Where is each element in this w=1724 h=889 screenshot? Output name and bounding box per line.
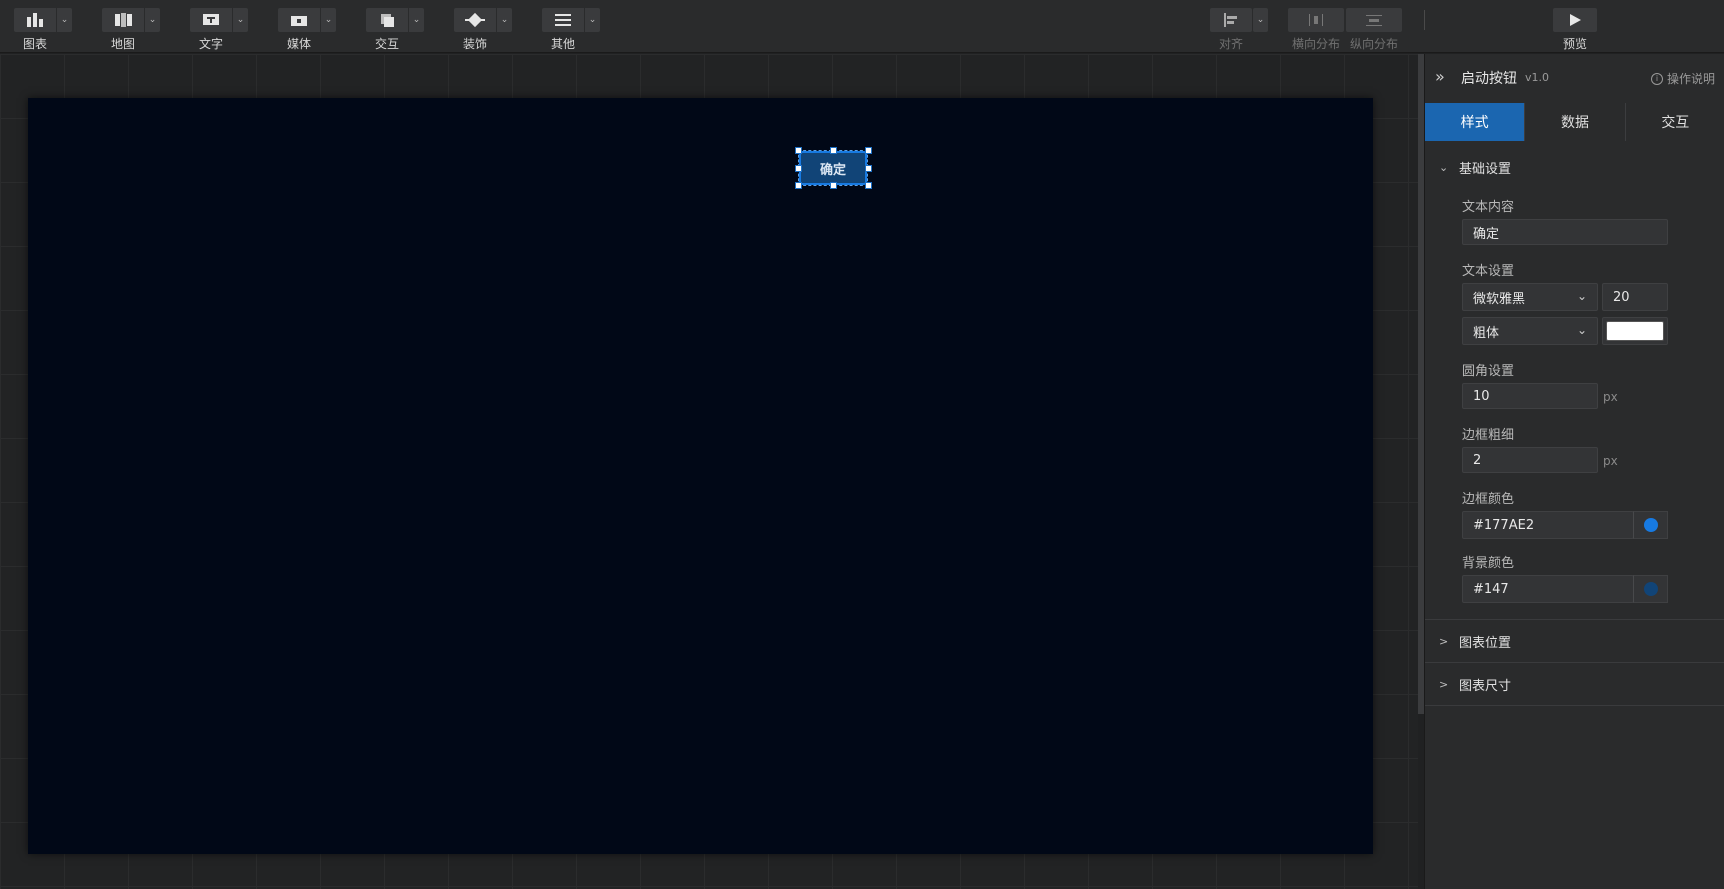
tab-interaction[interactable]: 交互 bbox=[1625, 103, 1724, 141]
text-icon[interactable] bbox=[190, 8, 232, 32]
section-chart-position[interactable]: > 图表位置 bbox=[1425, 620, 1724, 662]
decoration-icon[interactable] bbox=[454, 8, 496, 32]
tool-map[interactable]: ⌄ 地图 bbox=[102, 8, 160, 52]
tool-label: 交互 bbox=[374, 37, 399, 51]
font-color-picker[interactable] bbox=[1602, 317, 1668, 345]
border-color-dot bbox=[1644, 518, 1658, 532]
interaction-icon[interactable] bbox=[366, 8, 408, 32]
font-family-value: 微软雅黑 bbox=[1473, 291, 1526, 307]
help-text[interactable]: 操作说明 bbox=[1667, 70, 1715, 87]
border-color-picker[interactable] bbox=[1633, 511, 1668, 539]
resize-handle-w[interactable] bbox=[795, 165, 802, 172]
section-title: 基础设置 bbox=[1459, 161, 1512, 177]
properties-panel: » 启动按钮 v1.0 i 操作说明 样式 数据 交互 ⌄ 基础设置 文本内容 … bbox=[1424, 54, 1724, 889]
media-icon[interactable] bbox=[278, 8, 320, 32]
text-content-input[interactable]: 确定 bbox=[1462, 219, 1668, 245]
tool-other[interactable]: ⌄ 其他 bbox=[542, 8, 600, 52]
resize-handle-e[interactable] bbox=[865, 165, 872, 172]
canvas-workspace[interactable]: 确定 bbox=[0, 54, 1418, 889]
tool-decoration[interactable]: ⌄ 装饰 bbox=[454, 8, 512, 52]
align-left-icon[interactable] bbox=[1210, 8, 1252, 32]
tool-text[interactable]: ⌄ 文字 bbox=[190, 8, 248, 52]
resize-handle-nw[interactable] bbox=[795, 147, 802, 154]
tool-media[interactable]: ⌄ 媒体 bbox=[278, 8, 336, 52]
border-color-label: 边框颜色 bbox=[1462, 492, 1515, 507]
tool-label: 图表 bbox=[22, 37, 47, 51]
double-chevron-right-icon[interactable]: » bbox=[1435, 67, 1445, 86]
tool-chart[interactable]: ⌄ 图表 bbox=[14, 8, 72, 52]
help-link[interactable]: i 操作说明 bbox=[1650, 70, 1715, 87]
text-content-label: 文本内容 bbox=[1462, 200, 1515, 215]
tab-style[interactable]: 样式 bbox=[1425, 103, 1526, 141]
chevron-down-icon[interactable]: ⌄ bbox=[57, 8, 72, 32]
chevron-down-icon: ⌄ bbox=[1439, 160, 1449, 174]
tool-label: 地图 bbox=[110, 37, 135, 51]
section-title: 图表尺寸 bbox=[1459, 678, 1512, 694]
font-weight-value: 粗体 bbox=[1473, 325, 1500, 341]
font-weight-select[interactable]: 粗体 ⌄ bbox=[1462, 317, 1598, 345]
section-divider bbox=[1425, 705, 1724, 706]
resize-handle-n[interactable] bbox=[830, 147, 837, 154]
border-color-input[interactable]: #177AE2 bbox=[1462, 511, 1634, 539]
resize-handle-sw[interactable] bbox=[795, 182, 802, 189]
border-width-unit: px bbox=[1603, 454, 1618, 468]
radius-label: 圆角设置 bbox=[1462, 364, 1515, 379]
top-toolbar: ⌄ 图表 ⌄ 地图 ⌄ 文字 ⌄ 媒体 ⌄ 交互 ⌄ 装饰 ⌄ 其他 ⌄ 对齐 … bbox=[0, 0, 1724, 53]
map-icon[interactable] bbox=[102, 8, 144, 32]
chevron-down-icon[interactable]: ⌄ bbox=[585, 8, 600, 32]
play-icon[interactable] bbox=[1553, 8, 1597, 32]
section-title: 图表位置 bbox=[1459, 635, 1512, 651]
info-icon: i bbox=[1650, 72, 1663, 85]
bg-color-input[interactable]: #147 bbox=[1462, 575, 1634, 603]
distribute-horizontal-icon[interactable] bbox=[1288, 8, 1344, 32]
font-size-input[interactable]: 20 bbox=[1602, 283, 1668, 311]
design-stage[interactable]: 确定 bbox=[28, 98, 1373, 854]
h-distribute-label: 横向分布 bbox=[1291, 37, 1340, 51]
chevron-down-icon[interactable]: ⌄ bbox=[233, 8, 248, 32]
tool-label: 文字 bbox=[198, 37, 223, 51]
component-title: 启动按钮 bbox=[1461, 71, 1517, 87]
bg-color-picker[interactable] bbox=[1633, 575, 1668, 603]
border-width-label: 边框粗细 bbox=[1462, 428, 1515, 443]
chart-icon[interactable] bbox=[14, 8, 56, 32]
panel-header: » 启动按钮 v1.0 i 操作说明 bbox=[1425, 54, 1724, 102]
border-width-input[interactable]: 2 bbox=[1462, 447, 1598, 473]
font-family-select[interactable]: 微软雅黑 ⌄ bbox=[1462, 283, 1598, 311]
panel-tabs: 样式 数据 交互 bbox=[1425, 103, 1724, 141]
tab-data[interactable]: 数据 bbox=[1525, 103, 1626, 141]
bg-color-label: 背景颜色 bbox=[1462, 556, 1515, 571]
chevron-down-icon[interactable]: ⌄ bbox=[497, 8, 512, 32]
tool-interaction[interactable]: ⌄ 交互 bbox=[366, 8, 424, 52]
chevron-down-icon: ⌄ bbox=[1576, 323, 1587, 337]
chevron-down-icon[interactable]: ⌄ bbox=[1253, 8, 1268, 32]
toolbar-divider bbox=[1424, 10, 1425, 30]
chevron-right-icon: > bbox=[1439, 677, 1449, 691]
tool-label: 装饰 bbox=[462, 37, 487, 51]
resize-handle-se[interactable] bbox=[865, 182, 872, 189]
tool-label: 其他 bbox=[550, 37, 575, 51]
chevron-down-icon[interactable]: ⌄ bbox=[409, 8, 424, 32]
confirm-button[interactable]: 确定 bbox=[799, 151, 867, 185]
radius-unit: px bbox=[1603, 390, 1618, 404]
chevron-down-icon[interactable]: ⌄ bbox=[145, 8, 160, 32]
preview-label: 预览 bbox=[1562, 37, 1587, 51]
font-color-swatch bbox=[1606, 321, 1664, 341]
section-basic-settings[interactable]: ⌄ 基础设置 bbox=[1425, 146, 1724, 188]
chevron-down-icon: ⌄ bbox=[1576, 289, 1587, 303]
text-settings-label: 文本设置 bbox=[1462, 264, 1515, 279]
tool-label: 媒体 bbox=[286, 37, 311, 51]
section-chart-size[interactable]: > 图表尺寸 bbox=[1425, 663, 1724, 705]
bg-color-dot bbox=[1644, 582, 1658, 596]
align-label: 对齐 bbox=[1218, 37, 1243, 51]
resize-handle-ne[interactable] bbox=[865, 147, 872, 154]
other-icon[interactable] bbox=[542, 8, 584, 32]
v-distribute-label: 纵向分布 bbox=[1349, 37, 1398, 51]
chevron-right-icon: > bbox=[1439, 634, 1449, 648]
chevron-down-icon[interactable]: ⌄ bbox=[321, 8, 336, 32]
distribute-vertical-icon[interactable] bbox=[1346, 8, 1402, 32]
radius-input[interactable]: 10 bbox=[1462, 383, 1598, 409]
component-version: v1.0 bbox=[1525, 71, 1550, 84]
resize-handle-s[interactable] bbox=[830, 182, 837, 189]
